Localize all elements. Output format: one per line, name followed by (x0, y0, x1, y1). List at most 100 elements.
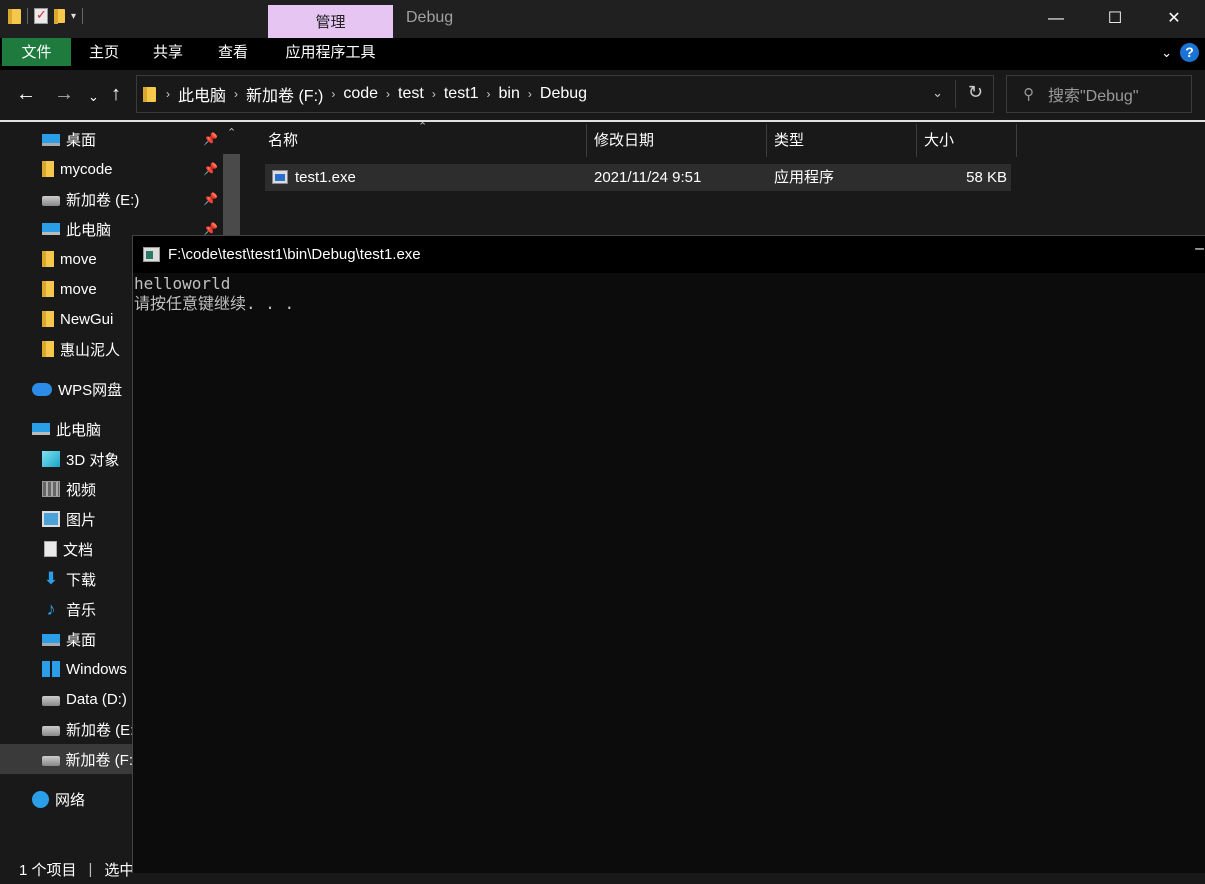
folder-icon (42, 341, 54, 357)
breadcrumb-test[interactable]: test (398, 85, 424, 103)
console-minimize-button[interactable]: – (1195, 240, 1204, 258)
search-icon: ⚲ (1023, 86, 1034, 103)
breadcrumb-separator[interactable]: › (432, 87, 436, 101)
ribbon-controls: ⌄ ? (1161, 43, 1199, 62)
sidebar-item-label: Data (D:) (66, 690, 127, 708)
up-arrow-icon[interactable]: ↑ (111, 84, 121, 104)
tab-app-tools[interactable]: 应用程序工具 (268, 38, 393, 67)
column-header-name[interactable]: 名称 (260, 124, 586, 157)
tab-home[interactable]: 主页 (72, 38, 136, 67)
application-icon (272, 170, 288, 184)
download-icon: ⬇ (43, 569, 59, 588)
sidebar-item-label: 下载 (66, 571, 97, 589)
sidebar-item-label: 视频 (66, 481, 97, 499)
sidebar-item-desktop-pinned[interactable]: 桌面 📌 (0, 124, 243, 154)
refresh-icon[interactable]: ↻ (968, 82, 983, 103)
console-title-bar[interactable]: F:\code\test\test1\bin\Debug\test1.exe – (133, 236, 1205, 273)
sidebar-item-label: 图片 (66, 511, 97, 529)
back-arrow-icon[interactable]: ← (16, 84, 36, 104)
folder-icon (42, 311, 54, 327)
breadcrumb-separator[interactable]: › (331, 87, 335, 101)
cloud-icon (32, 382, 52, 396)
breadcrumb-test1[interactable]: test1 (444, 85, 479, 103)
sidebar-item-label: mycode (60, 160, 113, 178)
breadcrumb-separator[interactable]: › (386, 87, 390, 101)
folder-icon (8, 8, 21, 24)
file-size: 58 KB (966, 169, 1007, 186)
documents-icon (44, 541, 57, 557)
sidebar-item-label: NewGui (60, 310, 114, 328)
tab-file[interactable]: 文件 (2, 38, 71, 66)
pin-icon[interactable]: 📌 (203, 192, 218, 206)
sidebar-item-label: 此电脑 (66, 221, 112, 239)
column-header-size[interactable]: 大小 (916, 124, 1016, 157)
desktop-icon (42, 134, 60, 146)
forward-arrow-icon[interactable]: → (54, 84, 74, 104)
close-button[interactable]: ✕ (1145, 0, 1203, 38)
3d-objects-icon (42, 451, 60, 467)
new-folder-icon[interactable] (54, 9, 65, 24)
toolbar-divider (82, 8, 84, 24)
sidebar-item-label: 新加卷 (F: (65, 751, 134, 769)
pin-icon[interactable]: 📌 (203, 162, 218, 176)
address-bar[interactable]: › 此电脑 › 新加卷 (F:) › code › test › test1 ›… (136, 75, 994, 113)
folder-icon (42, 251, 54, 267)
tab-view[interactable]: 查看 (200, 38, 266, 67)
ribbon: 文件 主页 共享 查看 应用程序工具 ⌄ ? (0, 38, 1205, 70)
minimize-button[interactable]: — (1027, 0, 1085, 38)
title-bar: ▾ 管理 Debug — ☐ ✕ (0, 0, 1205, 38)
file-name[interactable]: test1.exe (295, 164, 356, 191)
properties-icon[interactable] (34, 7, 48, 24)
help-icon[interactable]: ? (1180, 43, 1199, 62)
console-output[interactable]: helloworld 请按任意键继续. . . (134, 274, 294, 314)
column-header-modified[interactable]: 修改日期 (586, 124, 766, 157)
sidebar-item-drive-e-pinned[interactable]: 新加卷 (E:) 📌 (0, 184, 243, 214)
search-box[interactable]: ⚲ 搜索"Debug" (1006, 75, 1192, 113)
customize-toolbar-dropdown-icon[interactable]: ▾ (71, 11, 76, 22)
file-row[interactable]: test1.exe 2021/11/24 9:51 应用程序 58 KB (265, 164, 1011, 191)
status-item-count: 1 个项目 (19, 861, 77, 879)
sidebar-item-drive-f[interactable]: 新加卷 (F: (0, 744, 133, 774)
breadcrumb-separator[interactable]: › (166, 87, 170, 101)
breadcrumb-separator[interactable]: › (234, 87, 238, 101)
sidebar-item-label: 惠山泥人 (60, 341, 121, 359)
folder-icon (42, 281, 54, 297)
console-title: F:\code\test\test1\bin\Debug\test1.exe (168, 246, 421, 263)
sidebar-item-label: Windows (66, 660, 127, 678)
sidebar-item-label: WPS网盘 (58, 381, 123, 399)
recent-locations-icon[interactable]: ⌄ (88, 87, 99, 107)
breadcrumb-drive-f[interactable]: 新加卷 (F:) (246, 82, 323, 106)
sidebar-item-mycode[interactable]: mycode 📌 (0, 154, 243, 184)
tab-manage[interactable]: 管理 (268, 5, 393, 38)
console-line: helloworld (134, 274, 231, 293)
maximize-button[interactable]: ☐ (1086, 0, 1144, 38)
pin-icon[interactable]: 📌 (203, 222, 218, 236)
drive-icon (42, 196, 60, 206)
drive-icon (42, 726, 60, 736)
tab-share[interactable]: 共享 (136, 38, 200, 67)
breadcrumb-this-pc[interactable]: 此电脑 (178, 82, 226, 106)
pin-icon[interactable]: 📌 (203, 132, 218, 146)
breadcrumb-code[interactable]: code (343, 85, 378, 103)
sidebar-item-label: move (60, 250, 97, 268)
breadcrumb-separator[interactable]: › (487, 87, 491, 101)
sidebar-item-label: 新加卷 (E:) (66, 191, 140, 209)
sidebar-item-label: 桌面 (66, 631, 97, 649)
address-history-dropdown-icon[interactable]: ⌄ (932, 85, 943, 101)
sidebar-item-label: 网络 (55, 791, 86, 809)
console-window[interactable]: F:\code\test\test1\bin\Debug\test1.exe –… (132, 235, 1205, 873)
pictures-icon (42, 511, 60, 527)
breadcrumb-debug[interactable]: Debug (540, 85, 587, 103)
video-icon (42, 481, 60, 497)
network-icon (32, 790, 49, 808)
breadcrumb-bin[interactable]: bin (499, 85, 520, 103)
sidebar-item-label: 此电脑 (56, 421, 102, 439)
search-placeholder[interactable]: 搜索"Debug" (1048, 82, 1139, 106)
status-divider: | (88, 860, 93, 878)
column-divider[interactable] (1016, 124, 1017, 157)
breadcrumb-separator[interactable]: › (528, 87, 532, 101)
column-header-type[interactable]: 类型 (766, 124, 916, 157)
windows-drive-icon (42, 661, 60, 677)
expand-ribbon-icon[interactable]: ⌄ (1161, 45, 1172, 61)
drive-icon (42, 756, 60, 766)
